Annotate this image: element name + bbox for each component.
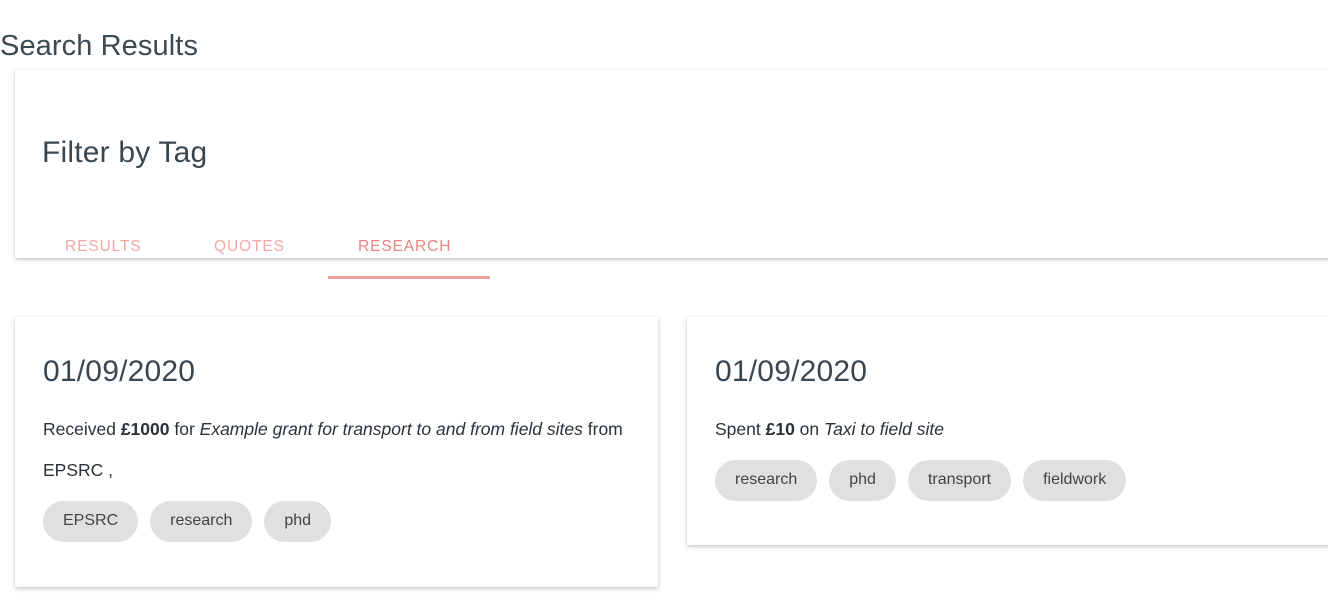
description-connector: on (794, 419, 825, 439)
filter-panel-heading: Filter by Tag (42, 135, 208, 169)
tab-results[interactable]: RESULTS (65, 238, 142, 256)
description-amount: £10 (765, 419, 795, 439)
description-lead: Spent (715, 419, 766, 439)
result-description: Spent £10 on Taxi to field site (715, 409, 1319, 450)
filter-tab-bar: RESULTS QUOTES RESEARCH (15, 238, 1328, 279)
tag-pill[interactable]: research (150, 501, 253, 542)
tab-quotes[interactable]: QUOTES (214, 238, 285, 256)
description-subject: Taxi to field site (824, 419, 944, 439)
filter-by-tag-card: Filter by Tag RESULTS QUOTES RESEARCH (15, 70, 1328, 279)
description-connector: for (169, 419, 200, 439)
result-card: 01/09/2020 Spent £10 on Taxi to field sit… (687, 317, 1328, 545)
description-lead: Received (43, 419, 121, 439)
active-tab-indicator (328, 276, 490, 279)
tag-pill[interactable]: EPSRC (43, 501, 139, 542)
tab-research[interactable]: RESEARCH (358, 238, 451, 256)
result-date: 01/09/2020 (43, 355, 196, 388)
result-card: 01/09/2020 Received £1000 for Example gra… (15, 317, 658, 587)
tag-pill[interactable]: phd (264, 501, 332, 542)
result-description: Received £1000 for Example grant for tra… (43, 409, 630, 491)
description-amount: £1000 (120, 419, 170, 439)
description-subject: Example grant for transport to and from … (199, 419, 583, 439)
tag-pill[interactable]: phd (829, 460, 896, 501)
tag-pill[interactable]: transport (907, 460, 1012, 501)
tag-pill[interactable]: research (715, 460, 818, 501)
tag-pill[interactable]: fieldwork (1023, 460, 1127, 501)
tag-list: research phd transport fieldwork (715, 460, 1319, 501)
tag-list: EPSRC research phd (43, 501, 630, 542)
result-date: 01/09/2020 (715, 355, 868, 388)
page-title: Search Results (0, 30, 199, 63)
